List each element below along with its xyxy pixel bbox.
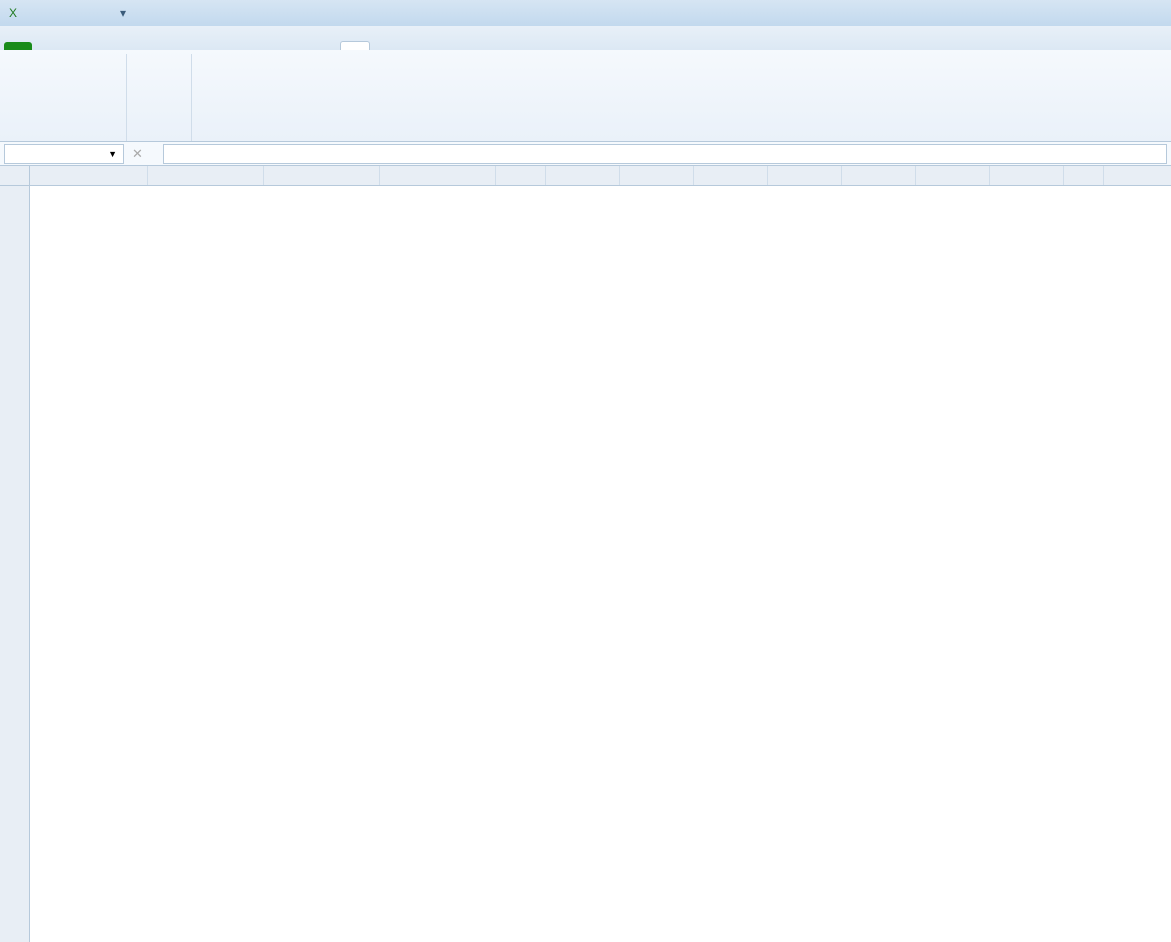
ribbon-group-calendar xyxy=(8,54,127,141)
save-icon[interactable] xyxy=(26,4,44,22)
col-header-f[interactable] xyxy=(546,166,620,185)
tab-developer[interactable] xyxy=(228,42,256,50)
name-box-dropdown-icon[interactable]: ▼ xyxy=(108,149,117,159)
col-header-e[interactable] xyxy=(496,166,546,185)
camera-icon[interactable] xyxy=(92,4,110,22)
col-header-d[interactable] xyxy=(380,166,496,185)
tab-view[interactable] xyxy=(200,42,228,50)
column-headers xyxy=(30,166,1171,186)
col-header-a[interactable] xyxy=(30,166,148,185)
tab-file[interactable] xyxy=(4,42,32,50)
col-header-i[interactable] xyxy=(768,166,842,185)
quick-access-toolbar: X ▾ xyxy=(4,4,132,22)
calendar-button[interactable] xyxy=(18,54,62,92)
column-headers-row xyxy=(0,166,1171,186)
excel-icon: X xyxy=(4,4,22,22)
qat-dropdown-icon[interactable]: ▾ xyxy=(114,4,132,22)
cancel-formula-icon[interactable]: ✕ xyxy=(128,146,147,162)
col-header-c[interactable] xyxy=(264,166,380,185)
tab-page-layout[interactable] xyxy=(88,42,116,50)
name-box[interactable]: ▼ xyxy=(4,144,124,164)
tab-powerpivot[interactable] xyxy=(256,42,284,50)
pivot-dashboard-icon xyxy=(143,56,175,88)
tab-insert[interactable] xyxy=(60,42,88,50)
ribbon-tabs xyxy=(0,26,1171,50)
ribbon xyxy=(0,50,1171,142)
create-pivot-dashboard-button[interactable] xyxy=(137,54,181,92)
tab-tm-developer[interactable] xyxy=(312,42,340,50)
title-bar: X ▾ xyxy=(0,0,1171,26)
col-header-k[interactable] xyxy=(916,166,990,185)
row-headers xyxy=(0,186,30,942)
col-header-j[interactable] xyxy=(842,166,916,185)
calendar-icon xyxy=(24,56,56,88)
set-reminder-button[interactable] xyxy=(72,54,116,92)
formula-bar: ▼ ✕ xyxy=(0,142,1171,166)
col-header-l[interactable] xyxy=(990,166,1064,185)
undo-icon[interactable] xyxy=(48,4,66,22)
col-header-g[interactable] xyxy=(620,166,694,185)
select-all-corner[interactable] xyxy=(0,166,30,186)
reminder-icon xyxy=(78,56,110,88)
redo-icon[interactable] xyxy=(70,4,88,22)
tab-data[interactable] xyxy=(144,42,172,50)
ribbon-group-pivot xyxy=(127,54,192,141)
col-header-b[interactable] xyxy=(148,166,264,185)
col-header-m[interactable] xyxy=(1064,166,1104,185)
tab-review[interactable] xyxy=(172,42,200,50)
tab-formulas[interactable] xyxy=(116,42,144,50)
formula-input[interactable] xyxy=(163,144,1167,164)
col-header-h[interactable] xyxy=(694,166,768,185)
grid-area xyxy=(0,186,1171,942)
tab-tm[interactable] xyxy=(340,41,370,50)
tab-home[interactable] xyxy=(32,42,60,50)
grid-body[interactable] xyxy=(30,186,1171,942)
tab-team[interactable] xyxy=(284,42,312,50)
